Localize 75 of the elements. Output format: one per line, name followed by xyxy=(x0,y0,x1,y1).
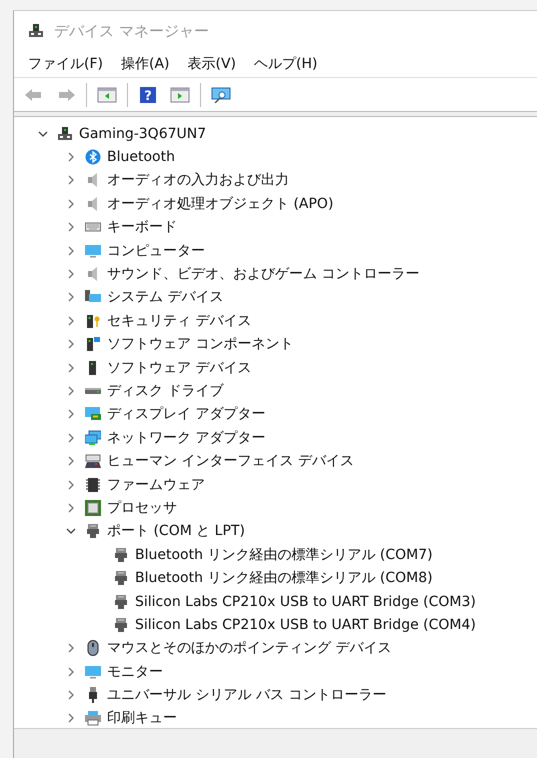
expand-chevron-icon[interactable] xyxy=(66,292,76,302)
tree-item[interactable]: ディスク ドライブ xyxy=(107,382,224,400)
tree-item[interactable]: ポート (COM と LPT) xyxy=(107,522,245,540)
expand-chevron-icon[interactable] xyxy=(66,502,76,513)
collapse-chevron-icon[interactable] xyxy=(38,128,48,139)
tree-item[interactable]: プロセッサ xyxy=(107,498,177,517)
expand-chevron-icon[interactable] xyxy=(66,386,76,396)
tree-item[interactable]: オーディオ処理オブジェクト (APO) xyxy=(107,194,334,213)
expand-chevron-icon[interactable] xyxy=(66,222,76,232)
computer-icon xyxy=(57,126,73,142)
tree-item[interactable]: ユニバーサル シリアル バス コントローラー xyxy=(107,686,386,704)
expand-chevron-icon[interactable] xyxy=(66,409,76,420)
console-tree-button[interactable] xyxy=(95,84,119,104)
key-icon xyxy=(85,312,101,329)
expand-chevron-icon[interactable] xyxy=(66,666,76,677)
monitor-icon xyxy=(85,242,101,259)
tree-item[interactable]: 印刷キュー xyxy=(107,709,177,728)
expand-chevron-icon[interactable] xyxy=(66,316,76,326)
menu-item[interactable]: 操作(A) xyxy=(112,55,180,73)
port-icon xyxy=(113,546,129,563)
mouse-icon xyxy=(85,640,101,656)
tree-item[interactable]: システム デバイス xyxy=(107,288,224,306)
gamepad-icon xyxy=(85,453,101,470)
network-icon xyxy=(85,430,101,446)
tree-item[interactable]: ネットワーク アダプター xyxy=(107,428,266,447)
menu-item[interactable]: 表示(V) xyxy=(180,55,246,73)
port-icon xyxy=(113,570,129,586)
tree-item[interactable]: Bluetooth xyxy=(107,149,175,166)
action-pane-button[interactable] xyxy=(168,84,192,104)
tree-item[interactable]: ソフトウェア コンポーネント xyxy=(107,335,294,354)
tree-item[interactable]: ソフトウェア デバイス xyxy=(107,358,252,377)
tree-item[interactable]: モニター xyxy=(107,662,163,681)
expand-chevron-icon[interactable] xyxy=(66,432,76,443)
expand-chevron-icon[interactable] xyxy=(66,690,76,700)
tree-item[interactable]: コンピューター xyxy=(107,242,205,260)
port-icon xyxy=(113,594,129,610)
expand-chevron-icon[interactable] xyxy=(66,269,76,280)
expand-chevron-icon[interactable] xyxy=(66,152,76,162)
expand-chevron-icon[interactable] xyxy=(66,480,76,490)
expand-chevron-icon[interactable] xyxy=(66,713,76,724)
expand-chevron-icon[interactable] xyxy=(66,362,76,373)
tree-item[interactable]: Silicon Labs CP210x USB to UART Bridge (COM3) xyxy=(135,594,476,610)
tower-icon xyxy=(85,336,101,352)
chip-icon xyxy=(85,476,101,493)
tree-item[interactable]: サウンド、ビデオ、およびゲーム コントローラー xyxy=(107,265,420,284)
expand-chevron-icon[interactable] xyxy=(66,456,76,466)
tree-item[interactable]: Bluetooth リンク経由の標準シリアル (COM8) xyxy=(135,569,433,588)
window-title: デバイス マネージャー xyxy=(54,22,209,40)
expand-chevron-icon[interactable] xyxy=(66,198,76,209)
tree-item[interactable]: ヒューマン インターフェイス デバイス xyxy=(107,452,354,470)
tree-item[interactable]: Bluetooth リンク経由の標準シリアル (COM7) xyxy=(135,546,433,564)
expand-chevron-icon[interactable] xyxy=(66,339,76,350)
tree-item[interactable]: Gaming-3Q67UN7 xyxy=(79,126,206,142)
expand-chevron-icon[interactable] xyxy=(66,643,76,654)
disk-drive-icon xyxy=(85,388,101,394)
scan-hardware-button[interactable] xyxy=(209,84,233,104)
tree-item[interactable]: マウスとそのほかのポインティング デバイス xyxy=(107,639,392,658)
monitor-icon xyxy=(85,664,101,680)
port-icon xyxy=(113,616,129,633)
collapse-chevron-icon[interactable] xyxy=(66,526,76,536)
display-adapter-icon xyxy=(85,406,101,422)
tree-item[interactable]: Silicon Labs CP210x USB to UART Bridge (COM4) xyxy=(135,616,476,633)
processor-icon xyxy=(85,500,101,516)
tree-item[interactable]: ディスプレイ アダプター xyxy=(107,405,266,424)
tree-item[interactable]: セキュリティ デバイス xyxy=(107,312,252,330)
tree-item[interactable]: キーボード xyxy=(107,218,177,236)
bluetooth-icon xyxy=(85,149,101,166)
tree-item[interactable]: オーディオの入力および出力 xyxy=(107,171,289,190)
computer-icon xyxy=(28,23,44,39)
menu-item[interactable]: ヘルプ(H) xyxy=(246,55,328,73)
expand-chevron-icon[interactable] xyxy=(66,246,76,256)
port-icon xyxy=(85,523,101,540)
expand-chevron-icon[interactable] xyxy=(66,175,76,186)
menu-item[interactable]: ファイル(F) xyxy=(20,55,113,73)
tree-item[interactable]: ファームウェア xyxy=(107,476,205,494)
